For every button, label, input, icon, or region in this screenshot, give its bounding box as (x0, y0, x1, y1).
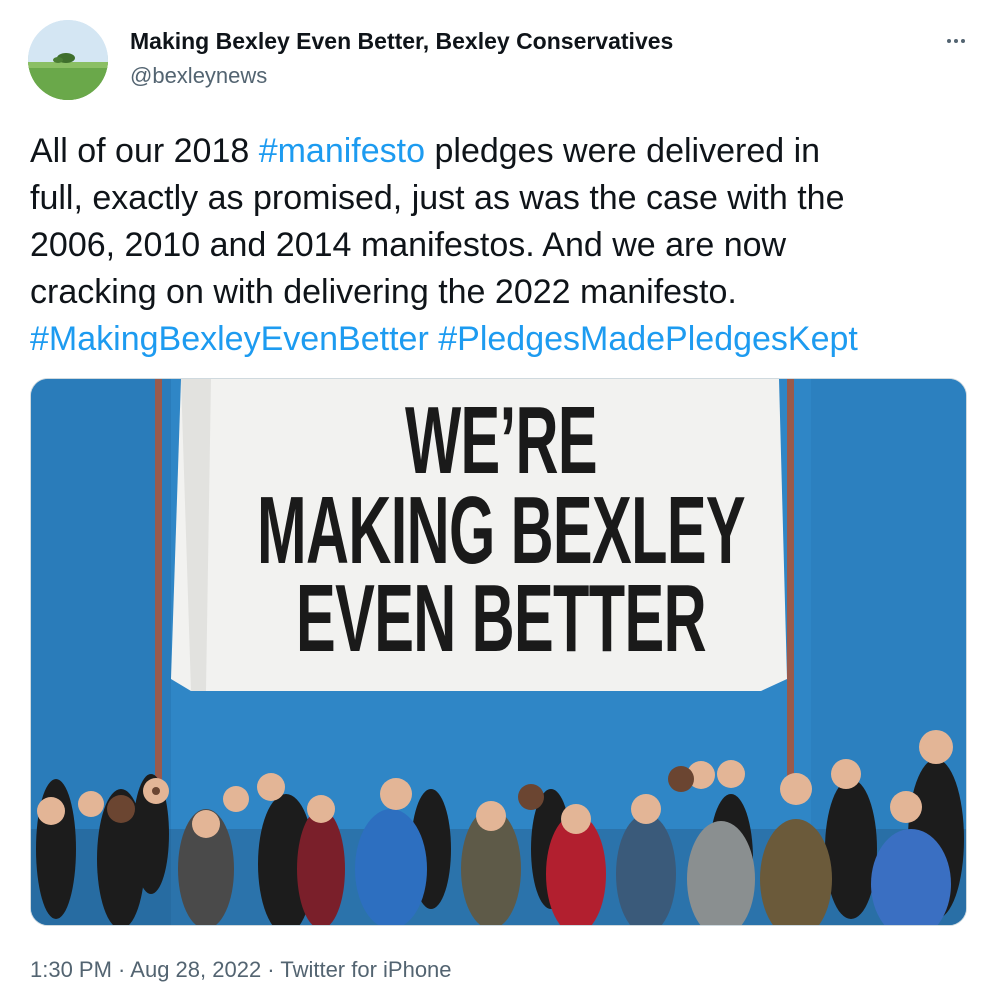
tweet-timestamp: 1:30 PM · Aug 28, 2022 · Twitter for iPh… (30, 957, 452, 983)
tweet-text-line: All of our 2018 #manifesto pledges were … (30, 128, 975, 175)
tweet-media-photo[interactable]: WE’RE MAKING BEXLEY EVEN BETTER (30, 378, 967, 926)
hashtag-pledgesmadepledgeskept-link[interactable]: #PledgesMadePledgesKept (438, 320, 858, 358)
tweet-card: Making Bexley Even Better, Bexley Conser… (0, 0, 1001, 990)
more-horizontal-icon (947, 39, 951, 43)
separator: · (261, 957, 281, 982)
hashtag-manifesto-link[interactable]: #manifesto (259, 132, 425, 170)
tweet-text-segment: All of our 2018 (30, 132, 259, 170)
author-handle[interactable]: @bexleynews (130, 63, 267, 89)
tweet-text-segment: pledges were delivered in (425, 132, 821, 170)
tweet-text: All of our 2018 #manifesto pledges were … (30, 128, 975, 363)
avatar-landscape-image (28, 20, 108, 100)
author-name[interactable]: Making Bexley Even Better, Bexley Conser… (130, 28, 673, 55)
avatar[interactable] (28, 20, 108, 100)
tweet-text-line: cracking on with delivering the 2022 man… (30, 273, 737, 311)
more-options-button[interactable] (938, 28, 974, 54)
more-horizontal-icon (961, 39, 965, 43)
tweet-text-line: #MakingBexleyEvenBetter #PledgesMadePled… (30, 316, 975, 363)
tweet-source-link[interactable]: Twitter for iPhone (280, 957, 451, 982)
hashtag-makingbexleyevenbetter-link[interactable]: #MakingBexleyEvenBetter (30, 320, 429, 358)
more-horizontal-icon (954, 39, 958, 43)
banner-line: EVEN BETTER (296, 565, 706, 672)
separator: · (111, 957, 131, 982)
banner-line: WE’RE (404, 387, 598, 494)
tweet-date-link[interactable]: Aug 28, 2022 (130, 957, 261, 982)
tweet-text-line: full, exactly as promised, just as was t… (30, 179, 845, 217)
tweet-time-link[interactable]: 1:30 PM (30, 957, 112, 982)
tweet-text-line: 2006, 2010 and 2014 manifestos. And we a… (30, 226, 787, 264)
